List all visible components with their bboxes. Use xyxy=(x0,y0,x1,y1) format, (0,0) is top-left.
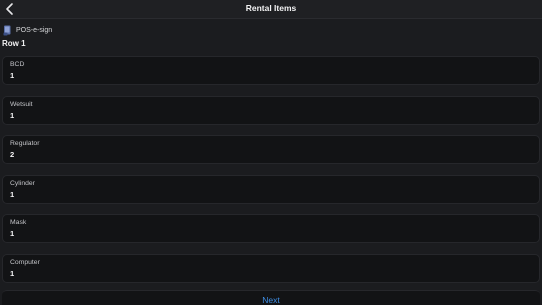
source-app-label: POS-e-sign xyxy=(16,26,53,34)
regulator-field[interactable]: Regulator 2 xyxy=(2,135,540,165)
source-app: POS-e-sign xyxy=(3,24,52,36)
next-button[interactable]: Next xyxy=(2,290,540,305)
field-label: Wetsuit xyxy=(10,100,33,108)
field-value: 2 xyxy=(10,150,15,160)
field-value: 1 xyxy=(10,71,15,80)
cylinder-field[interactable]: Cylinder 1 xyxy=(2,174,540,204)
wetsuit-field[interactable]: Wetsuit 1 xyxy=(2,95,540,125)
page-title: Rental Items xyxy=(245,3,297,13)
field-value: 1 xyxy=(10,110,15,120)
field-value: 1 xyxy=(10,229,15,239)
rental-items-list: BCD 1 Wetsuit 1 Regulator 2 Cylinder 1 M… xyxy=(2,56,540,294)
field-label: Regulator xyxy=(10,140,40,148)
next-button-label: Next xyxy=(262,295,280,305)
field-value: 1 xyxy=(10,189,15,199)
bcd-field[interactable]: BCD 1 xyxy=(2,56,540,85)
header-divider xyxy=(0,18,542,19)
field-label: Computer xyxy=(10,258,40,266)
document-app-icon xyxy=(3,25,12,36)
field-value: 1 xyxy=(10,268,15,278)
field-label: Mask xyxy=(10,219,27,227)
field-label: Cylinder xyxy=(10,179,35,187)
computer-field[interactable]: Computer 1 xyxy=(2,253,540,283)
mask-field[interactable]: Mask 1 xyxy=(2,214,540,244)
field-label: BCD xyxy=(10,61,25,68)
top-bar: Rental Items xyxy=(0,0,542,18)
row-heading: Row 1 xyxy=(2,39,26,48)
